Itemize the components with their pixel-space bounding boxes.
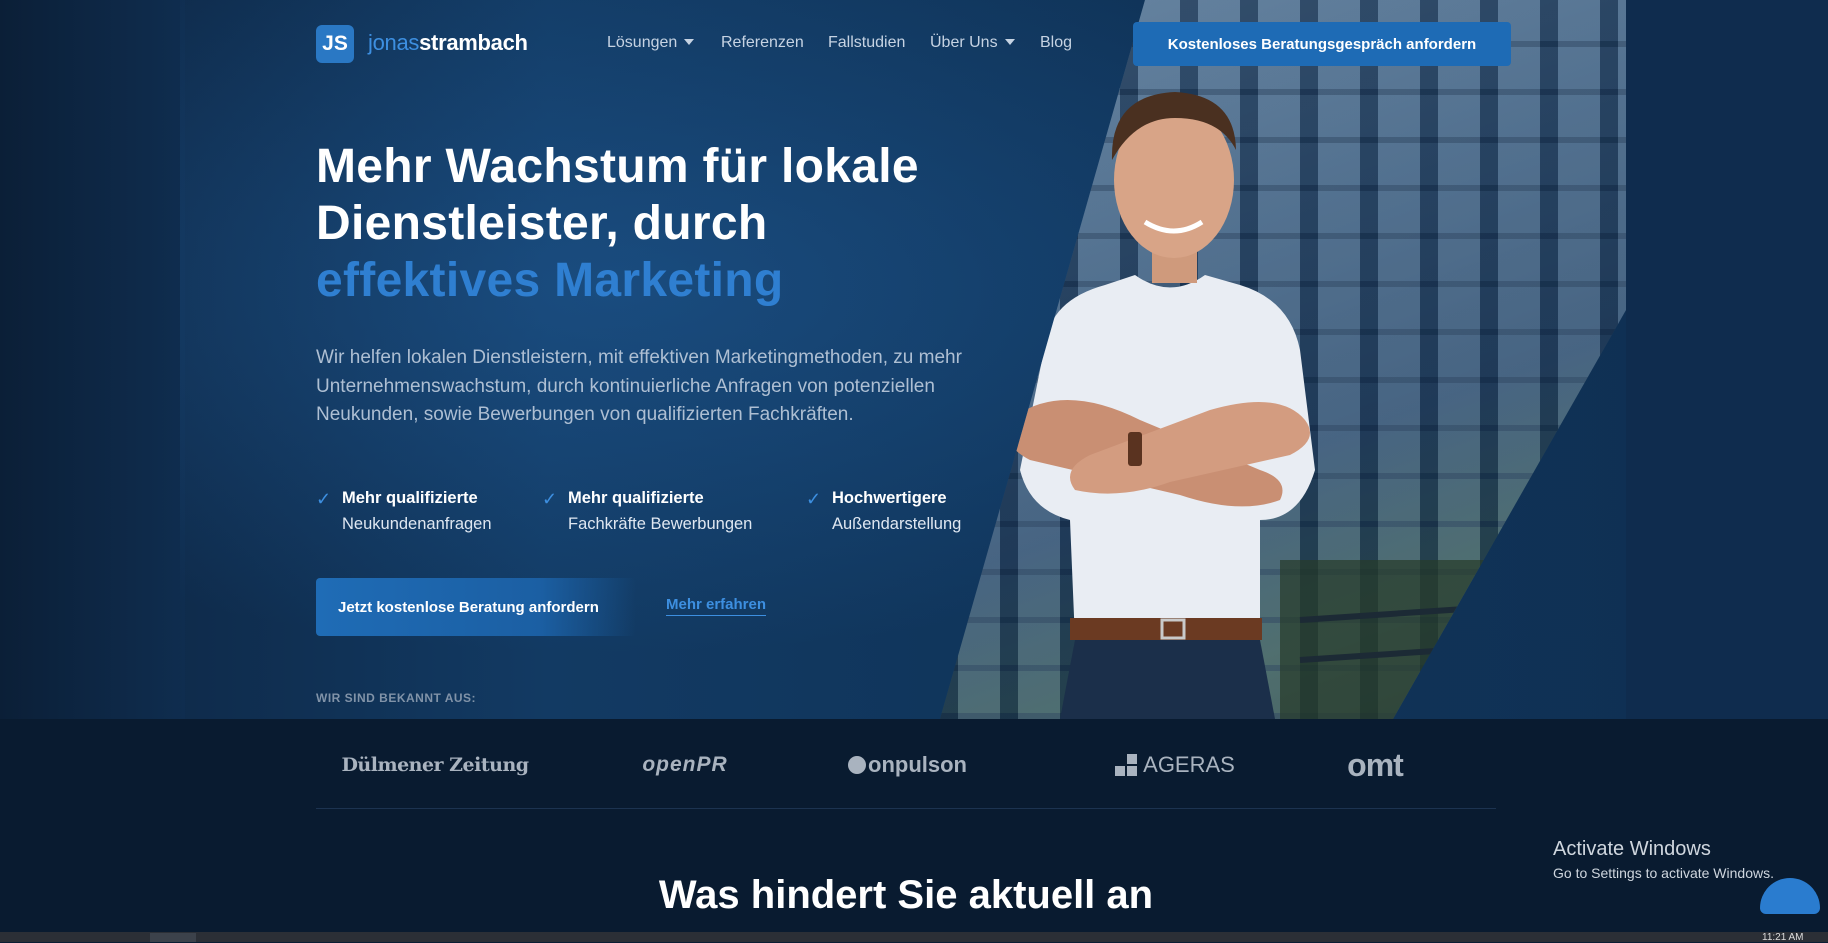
learn-more-link[interactable]: Mehr erfahren bbox=[666, 596, 767, 616]
press-logo-ageras: AGERAS bbox=[1075, 749, 1275, 781]
nav-item-referenzen[interactable]: Referenzen bbox=[721, 34, 804, 52]
headline-accent: effektives Marketing bbox=[316, 254, 784, 307]
ageras-mark-icon bbox=[1115, 754, 1138, 776]
known-from-label: WIR SIND BEKANNT AUS: bbox=[316, 691, 477, 705]
chevron-down-icon bbox=[1004, 39, 1015, 45]
taskbar bbox=[0, 932, 1828, 942]
headline-line-2: Dienstleister, durch bbox=[316, 197, 768, 250]
check-icon: ✓ bbox=[316, 489, 332, 509]
nav-label: Über Uns bbox=[930, 34, 998, 51]
check-icon: ✓ bbox=[542, 489, 558, 509]
onpulson-text: onpulson bbox=[868, 752, 967, 777]
press-logo-omt: omt bbox=[1347, 746, 1404, 783]
press-logo-openpr: openPR bbox=[642, 753, 728, 776]
onpulson-mark-icon bbox=[848, 756, 866, 774]
hero-left-edge bbox=[0, 0, 185, 719]
feature-subtitle: Außendarstellung bbox=[832, 515, 962, 533]
logo-first-name: jonas bbox=[368, 30, 420, 55]
nav-item-fallstudien[interactable]: Fallstudien bbox=[828, 34, 905, 52]
taskbar-clock: 11:21 AM bbox=[1762, 932, 1804, 943]
page: JS jonasstrambach Lösungen Referenzen Fa… bbox=[0, 0, 1828, 943]
taskbar-app-icon[interactable] bbox=[150, 933, 196, 942]
nav-label: Fallstudien bbox=[828, 34, 906, 51]
check-icon: ✓ bbox=[806, 489, 822, 509]
activate-title: Activate Windows bbox=[1553, 838, 1711, 860]
consultation-button[interactable]: Jetzt kostenlose Beratung anfordern bbox=[316, 578, 636, 636]
nav-item-ueber-uns[interactable]: Über Uns bbox=[930, 34, 1015, 52]
hero-headline: Mehr Wachstum für lokale Dienstleister, … bbox=[316, 138, 1016, 309]
nav-label: Referenzen bbox=[721, 34, 804, 51]
feature-title: Mehr qualifizierte bbox=[342, 489, 478, 507]
hero-section: JS jonasstrambach Lösungen Referenzen Fa… bbox=[0, 0, 1828, 719]
feature-subtitle: Fachkräfte Bewerbungen bbox=[568, 515, 753, 533]
nav-item-blog[interactable]: Blog bbox=[1040, 34, 1072, 52]
headline-line-1: Mehr Wachstum für lokale bbox=[316, 140, 919, 193]
activate-subtitle: Go to Settings to activate Windows. bbox=[1553, 865, 1774, 881]
section-divider bbox=[316, 808, 1496, 809]
logo-wordmark[interactable]: jonasstrambach bbox=[368, 30, 528, 56]
nav-item-loesungen[interactable]: Lösungen bbox=[607, 34, 695, 52]
windows-activation-watermark: Activate Windows Go to Settings to activ… bbox=[1553, 838, 1774, 881]
feature-subtitle: Neukundenanfragen bbox=[342, 515, 492, 533]
feature-title: Hochwertigere bbox=[832, 489, 947, 507]
chevron-down-icon bbox=[684, 39, 695, 45]
press-logo-duelmener-zeitung: Dülmener Zeitung bbox=[341, 754, 529, 776]
top-navigation: JS jonasstrambach Lösungen Referenzen Fa… bbox=[316, 22, 1511, 66]
nav-label: Blog bbox=[1040, 34, 1073, 51]
logo-last-name: strambach bbox=[419, 30, 528, 55]
hero-lead-text: Wir helfen lokalen Dienstleistern, mit e… bbox=[316, 347, 962, 425]
section-title: Was hindert Sie aktuell an bbox=[658, 873, 1154, 917]
logo-badge[interactable]: JS bbox=[316, 25, 354, 63]
press-logo-onpulson: onpulson bbox=[820, 749, 995, 781]
feature-title: Mehr qualifizierte bbox=[568, 489, 704, 507]
nav-label: Lösungen bbox=[607, 34, 678, 51]
nav-cta-button[interactable]: Kostenloses Beratungsgespräch anfordern bbox=[1133, 22, 1511, 66]
hero-right-edge bbox=[1626, 0, 1828, 719]
ageras-text: AGERAS bbox=[1143, 752, 1235, 777]
